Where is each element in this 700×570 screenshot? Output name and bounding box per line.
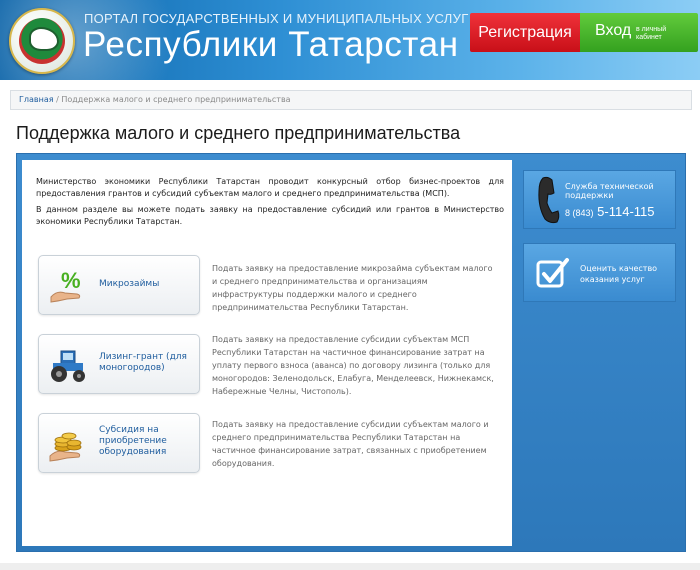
main-content-panel: Министерство экономики Республики Татарс… xyxy=(22,160,512,546)
intro-paragraph-1: Министерство экономики Республики Татарс… xyxy=(36,177,504,198)
rate-service-card[interactable]: Оценить качество оказания услуг xyxy=(523,243,676,302)
checkbox-check-icon xyxy=(536,258,569,288)
svg-text:%: % xyxy=(61,268,81,293)
phone-handset-icon xyxy=(538,176,560,224)
tractor-icon xyxy=(51,350,85,382)
portal-title: Республики Татарстан xyxy=(83,25,459,64)
tatarstan-emblem-logo[interactable] xyxy=(9,8,75,74)
tech-support-card[interactable]: Служба технической поддержки 8 (843) 5-1… xyxy=(523,170,676,229)
login-button[interactable]: Вход в личный кабинет xyxy=(580,13,698,52)
footer-strip xyxy=(0,563,700,570)
equipment-subsidy-button[interactable]: Субсидия на приобретение оборудования xyxy=(38,413,200,473)
equipment-subsidy-label: Субсидия на приобретение оборудования xyxy=(99,425,167,457)
page-title: Поддержка малого и среднего предпринимат… xyxy=(16,123,461,143)
login-label: Вход xyxy=(595,22,632,39)
microloans-description: Подать заявку на предоставление микрозай… xyxy=(212,264,493,312)
site-header: ПОРТАЛ ГОСУДАРСТВЕННЫХ И МУНИЦИПАЛЬНЫХ У… xyxy=(0,0,700,80)
leasing-grant-label: Лизинг-грант (для моногородов) xyxy=(99,352,187,373)
portal-subtitle: ПОРТАЛ ГОСУДАРСТВЕННЫХ И МУНИЦИПАЛЬНЫХ У… xyxy=(84,11,469,26)
rate-service-label: Оценить качество оказания услуг xyxy=(580,264,658,284)
percent-hand-icon: % xyxy=(50,268,81,303)
breadcrumb-home-link[interactable]: Главная xyxy=(19,95,54,104)
microloans-button[interactable]: % Микрозаймы xyxy=(38,255,200,315)
support-phone: 8 (843) 5-114-115 xyxy=(565,204,655,219)
phone-code: 8 (843) xyxy=(565,208,594,218)
microloans-label: Микрозаймы xyxy=(99,279,160,289)
intro-paragraph-2: В данном разделе вы можете подать заявку… xyxy=(36,205,504,226)
leasing-grant-button[interactable]: Лизинг-грант (для моногородов) xyxy=(38,334,200,394)
breadcrumb-current: Поддержка малого и среднего предпринимат… xyxy=(61,95,291,104)
leasing-grant-description: Подать заявку на предоставление субсидии… xyxy=(212,335,494,396)
phone-number: 5-114-115 xyxy=(597,204,655,219)
breadcrumb: Главная / Поддержка малого и среднего пр… xyxy=(10,90,692,110)
intro-text: Министерство экономики Республики Татарс… xyxy=(36,176,504,232)
support-title: Служба технической поддержки xyxy=(565,182,654,200)
coins-hand-icon xyxy=(49,432,82,462)
login-sublabel: в личный кабинет xyxy=(636,26,667,41)
register-button[interactable]: Регистрация xyxy=(470,13,588,52)
equipment-subsidy-description: Подать заявку на предоставление субсидии… xyxy=(212,420,489,468)
